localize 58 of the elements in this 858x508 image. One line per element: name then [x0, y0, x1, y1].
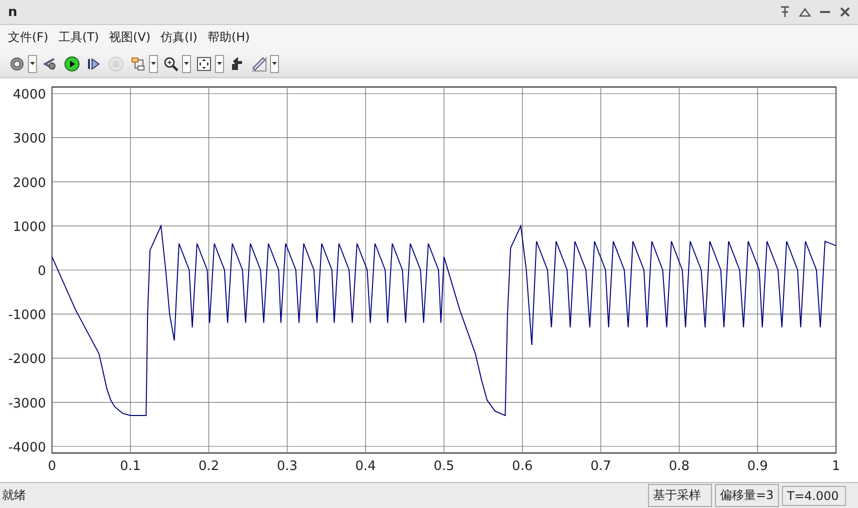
y-tick-label: 4000 — [12, 88, 46, 103]
window-title: n — [8, 4, 18, 20]
menu-item[interactable]: 工具(T) — [54, 27, 103, 48]
caret-icon — [272, 62, 277, 65]
y-tick-label: 1000 — [12, 220, 46, 235]
dropdown-button[interactable] — [270, 54, 279, 72]
play-icon — [64, 56, 80, 72]
x-tick-label: 0.5 — [434, 459, 454, 474]
binoculars-icon — [42, 56, 58, 72]
status-message: 就绪 — [2, 487, 27, 504]
menu-item[interactable]: 视图(V) — [104, 27, 155, 48]
y-tick-label: -2000 — [8, 352, 46, 368]
up-arrow-icon — [229, 56, 245, 72]
dropdown-button[interactable] — [28, 54, 37, 72]
ruler-icon — [251, 56, 267, 72]
y-tick-label: 3000 — [12, 132, 46, 147]
x-tick-label: 0.9 — [747, 459, 768, 474]
y-tick-label: -3000 — [8, 396, 46, 412]
menu-item[interactable]: 文件(F) — [4, 27, 52, 48]
caret-icon — [151, 62, 156, 65]
block-diagram-icon — [130, 56, 146, 72]
close-icon — [838, 5, 852, 19]
status-pane: 偏移量=3 — [715, 484, 779, 507]
status-pane: 基于采样 — [648, 484, 712, 507]
status-pane: T=4.000 — [782, 486, 846, 506]
x-tick-label: 0.1 — [120, 459, 141, 474]
menu-item[interactable]: 帮助(H) — [203, 27, 254, 48]
maximize-icon — [798, 5, 812, 19]
toolbar-button[interactable] — [63, 54, 81, 74]
y-tick-label: -4000 — [8, 440, 46, 456]
zoom-in-icon — [163, 56, 179, 72]
y-tick-label: 2000 — [12, 176, 46, 191]
close-button[interactable] — [838, 5, 852, 19]
pin-button[interactable] — [778, 5, 792, 19]
caret-icon — [184, 62, 189, 65]
dropdown-button[interactable] — [215, 54, 224, 72]
y-tick-label: 0 — [38, 264, 46, 279]
fit-view-icon — [196, 56, 212, 72]
minimize-icon — [820, 11, 830, 13]
caret-icon — [217, 62, 222, 65]
dropdown-button[interactable] — [182, 54, 191, 72]
caret-icon — [30, 62, 35, 65]
x-tick-label: 0.4 — [355, 459, 376, 474]
x-tick-label: 0.3 — [276, 459, 298, 474]
x-tick-label: 0.6 — [512, 459, 533, 474]
x-tick-label: 1 — [832, 459, 840, 474]
pin-icon — [778, 5, 792, 19]
maximize-button[interactable] — [798, 5, 812, 19]
menu-item[interactable]: 仿真(I) — [156, 27, 202, 48]
dropdown-button[interactable] — [149, 54, 158, 72]
step-forward-icon — [86, 56, 102, 72]
x-tick-label: 0.2 — [198, 459, 220, 474]
x-tick-label: 0.7 — [590, 459, 612, 474]
stop-icon — [108, 56, 124, 72]
x-tick-label: 0 — [48, 459, 56, 474]
y-tick-label: -1000 — [8, 308, 46, 324]
x-tick-label: 0.8 — [668, 459, 690, 474]
gear-icon — [9, 56, 25, 72]
